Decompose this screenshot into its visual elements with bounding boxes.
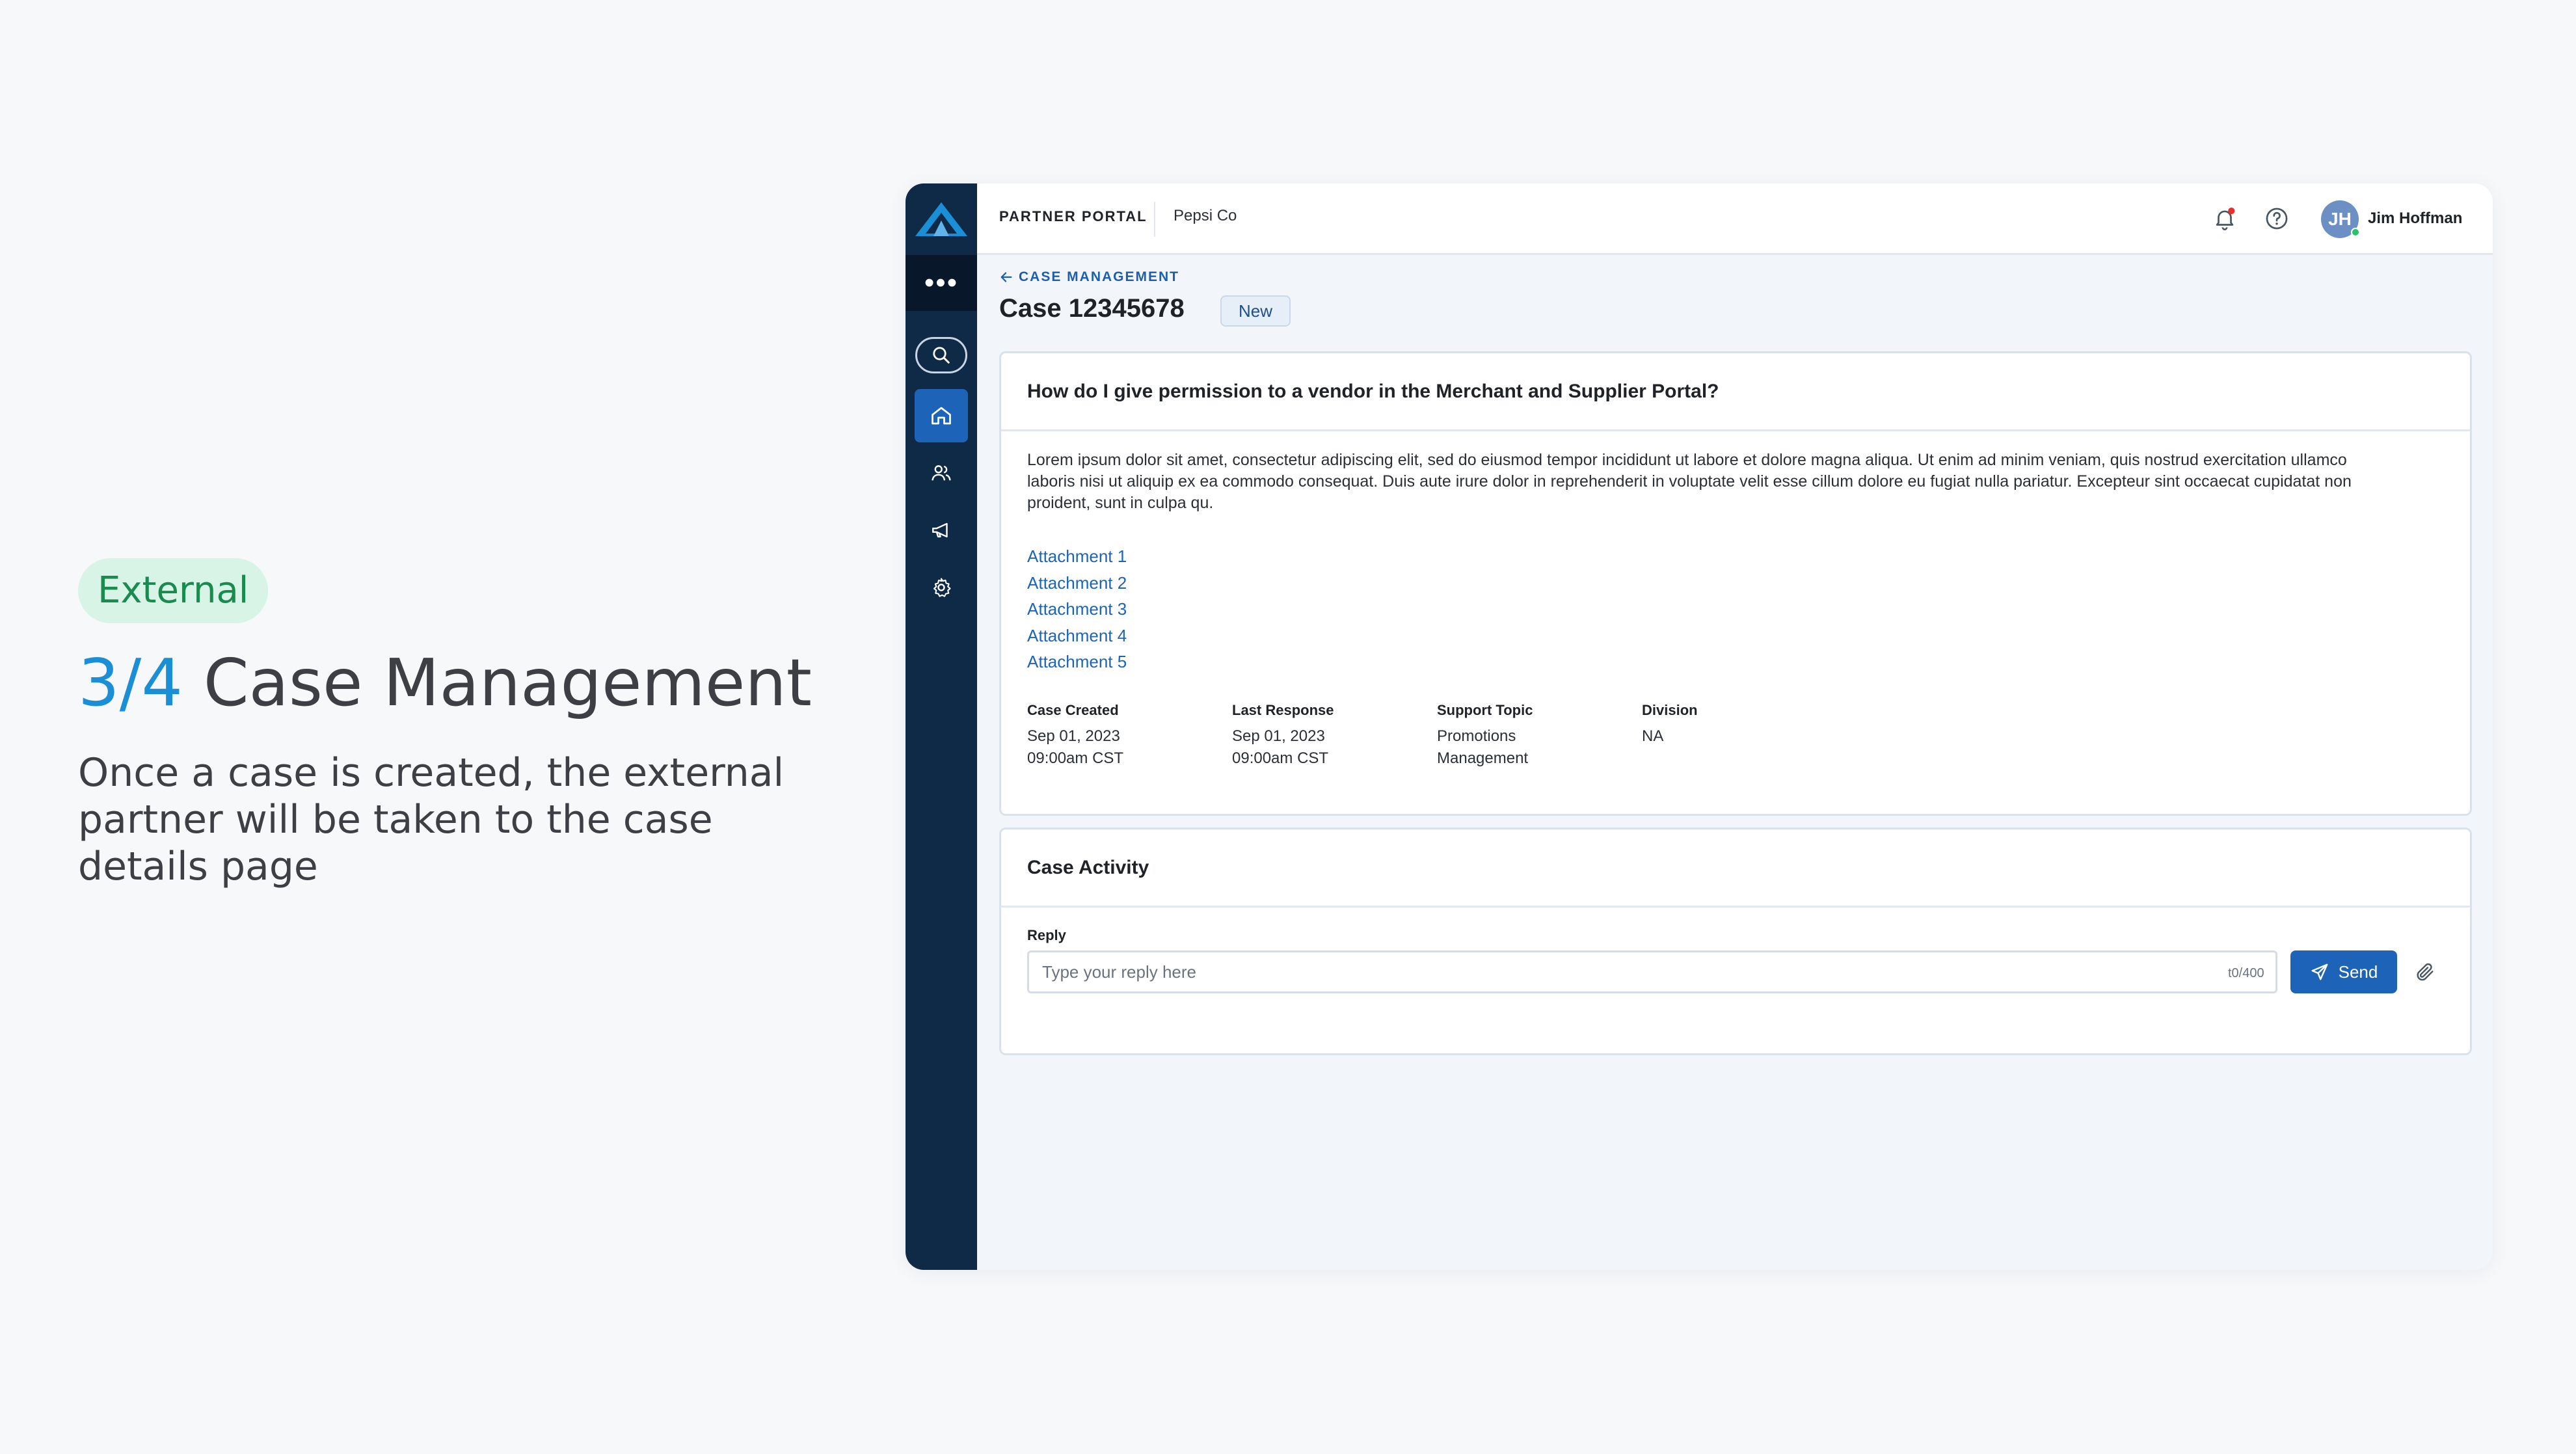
help-button[interactable] (2261, 203, 2292, 234)
attach-file-button[interactable] (2410, 957, 2440, 987)
user-initials: JH (2328, 209, 2352, 229)
meta-case-created: Case Created Sep 01, 2023 09:00am CST (1027, 702, 1222, 770)
slide-step: 3/4 (78, 645, 183, 721)
page-title: Case 12345678 (999, 294, 1185, 323)
meta-last-response: Last Response Sep 01, 2023 09:00am CST (1232, 702, 1427, 770)
app-window: ••• PARTNER PORTAL Pepsi Co JH Jim Hoffm… (906, 183, 2493, 1270)
user-avatar[interactable]: JH (2321, 200, 2360, 238)
search-icon (933, 347, 950, 364)
meta-label: Last Response (1232, 702, 1334, 718)
meta-division: Division NA (1642, 702, 1837, 747)
sidebar-item-campaigns[interactable] (915, 504, 968, 557)
gear-icon (933, 578, 951, 597)
attachment-list: Attachment 1 Attachment 2 Attachment 3 A… (1027, 543, 1127, 675)
portal-label: PARTNER PORTAL (999, 208, 1147, 224)
case-description: Lorem ipsum dolor sit amet, consectetur … (1027, 451, 2352, 512)
bell-icon (2216, 208, 2235, 230)
arrow-left-icon (1000, 272, 1012, 282)
top-bar: PARTNER PORTAL Pepsi Co JH Jim Hoffman (977, 183, 2493, 255)
meta-value: Management (1437, 749, 1529, 767)
meta-label: Support Topic (1437, 702, 1533, 718)
meta-value: Promotions (1437, 727, 1516, 745)
status-badge: New (1220, 295, 1291, 327)
send-icon (2311, 963, 2328, 980)
meta-value: Sep 01, 2023 (1232, 727, 1325, 745)
more-menu-button[interactable]: ••• (906, 255, 977, 311)
case-details-card: How do I give permission to a vendor in … (999, 351, 2472, 816)
meta-value: 09:00am CST (1232, 749, 1329, 767)
megaphone-icon (932, 522, 948, 538)
attachment-link[interactable]: Attachment 4 (1027, 623, 1127, 649)
sidebar-item-home[interactable] (915, 389, 968, 442)
notifications-button[interactable] (2209, 203, 2240, 234)
send-button-label: Send (2338, 962, 2378, 982)
meta-label: Case Created (1027, 702, 1119, 718)
sidebar-item-search[interactable] (915, 337, 967, 373)
case-question: How do I give permission to a vendor in … (1001, 353, 2470, 431)
home-icon (932, 407, 951, 425)
external-badge: External (78, 558, 269, 623)
online-status-dot (2351, 228, 2360, 237)
reply-input[interactable] (1027, 950, 2277, 993)
case-activity-card: Case Activity Reply t0/400 Send (999, 828, 2472, 1055)
send-button[interactable]: Send (2290, 950, 2397, 993)
attachment-link[interactable]: Attachment 3 (1027, 596, 1127, 623)
attachment-link[interactable]: Attachment 1 (1027, 543, 1127, 570)
sidebar-item-settings[interactable] (915, 561, 968, 614)
attachment-link[interactable]: Attachment 2 (1027, 570, 1127, 597)
brand-logo[interactable] (906, 183, 977, 255)
logo-icon (915, 202, 967, 236)
case-activity-title: Case Activity (1001, 829, 2470, 908)
help-icon (2266, 208, 2288, 230)
meta-value: NA (1642, 727, 1664, 745)
meta-label: Division (1642, 702, 1698, 718)
sidebar-item-users[interactable] (915, 446, 968, 500)
meta-value: 09:00am CST (1027, 749, 1124, 767)
slide-title: 3/4 Case Management (78, 641, 812, 725)
organization-name[interactable]: Pepsi Co (1174, 207, 1237, 225)
users-icon (932, 465, 951, 481)
header-divider (1154, 202, 1155, 237)
reply-character-counter: t0/400 (2228, 966, 2264, 980)
slide-title-text: Case Management (203, 645, 812, 721)
slide-description: Once a case is created, the external par… (78, 750, 785, 889)
paperclip-icon (2417, 963, 2434, 981)
more-icon: ••• (924, 267, 959, 299)
user-name[interactable]: Jim Hoffman (2368, 209, 2462, 228)
sidebar: ••• (906, 183, 977, 1270)
attachment-link[interactable]: Attachment 5 (1027, 649, 1127, 675)
meta-support-topic: Support Topic Promotions Management (1437, 702, 1632, 770)
reply-label: Reply (1027, 927, 1066, 943)
breadcrumb-label: CASE MANAGEMENT (1019, 269, 1180, 284)
breadcrumb[interactable]: CASE MANAGEMENT (999, 269, 1179, 285)
meta-value: Sep 01, 2023 (1027, 727, 1120, 745)
